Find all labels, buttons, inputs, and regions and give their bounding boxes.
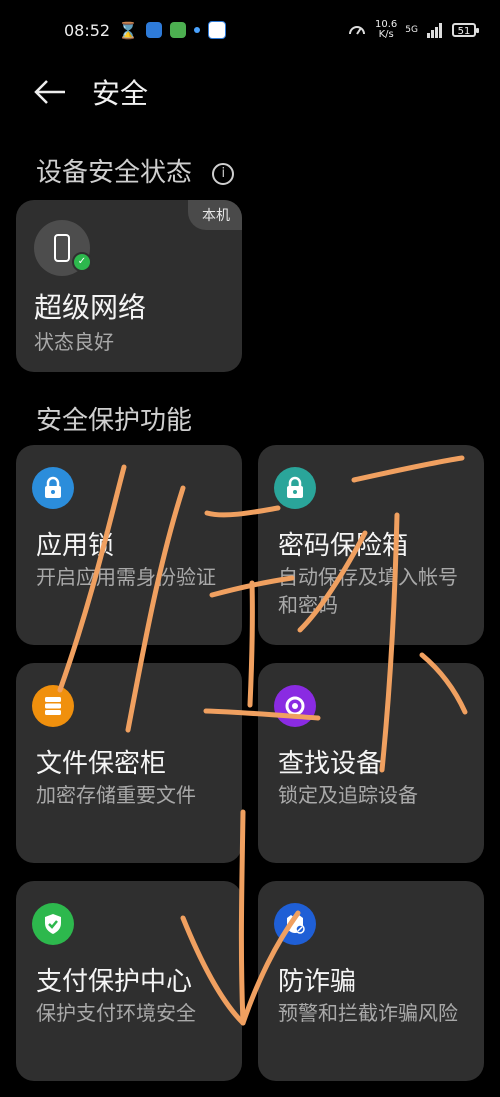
feature-card-file-safe[interactable]: 文件保密柜 加密存储重要文件 — [16, 663, 242, 863]
card-title: 超级网络 — [34, 291, 147, 324]
shield-check-icon — [32, 903, 74, 945]
feature-title: 应用锁 — [36, 531, 115, 561]
feature-description: 开启应用需身份验证 — [36, 565, 216, 589]
battery-level: 51 — [457, 26, 471, 37]
feature-description: 预警和拦截诈骗风险 — [278, 1001, 458, 1025]
status-left: 08:52 ⌛ — [64, 20, 227, 40]
signal-icon — [427, 23, 442, 38]
section-title-text: 设备安全状态 — [36, 158, 193, 188]
notification-dot-icon — [194, 27, 201, 33]
back-arrow-icon — [34, 80, 65, 104]
feature-card-anti-fraud[interactable]: 防诈骗 预警和拦截诈骗风险 — [258, 881, 484, 1081]
battery-icon: 51 — [452, 23, 479, 37]
hourglass-icon: ⌛ — [118, 20, 139, 40]
feature-card-find-device[interactable]: 查找设备 锁定及追踪设备 — [258, 663, 484, 863]
network-speed: 10.6 K/s — [375, 20, 397, 40]
check-icon: ✓ — [72, 252, 92, 272]
network-speed-unit: K/s — [378, 29, 394, 40]
status-right: 10.6 K/s 5G 51 — [347, 20, 479, 40]
app-notification-icon — [170, 22, 187, 38]
target-icon — [274, 685, 316, 727]
device-security-section-title: 设备安全状态 i — [36, 152, 235, 189]
feature-title: 文件保密柜 — [36, 749, 167, 779]
back-button[interactable] — [32, 74, 68, 110]
feature-description: 锁定及追踪设备 — [278, 783, 418, 807]
feature-description: 自动保存及填入帐号和密码 — [278, 565, 458, 617]
feature-title: 密码保险箱 — [278, 531, 409, 561]
device-status-card[interactable]: 本机 ✓ 超级网络 状态良好 — [16, 200, 242, 372]
feature-title: 防诈骗 — [278, 967, 357, 997]
status-bar: 08:52 ⌛ 10.6 K/s 5G 51 — [0, 0, 500, 60]
lock-icon — [274, 467, 316, 509]
card-status: 状态良好 — [34, 330, 114, 354]
feature-card-payment-protection[interactable]: 支付保护中心 保护支付环境安全 — [16, 881, 242, 1081]
feature-title: 查找设备 — [278, 749, 383, 779]
security-features-section-title: 安全保护功能 — [36, 406, 193, 436]
speedometer-icon — [349, 26, 366, 35]
cabinet-icon — [32, 685, 74, 727]
feature-card-password-vault[interactable]: 密码保险箱 自动保存及填入帐号和密码 — [258, 445, 484, 645]
lock-icon — [32, 467, 74, 509]
feature-description: 保护支付环境安全 — [36, 1001, 196, 1025]
device-badge: 本机 — [188, 200, 242, 230]
phone-icon: ✓ — [34, 220, 92, 276]
app-notification-icon — [146, 22, 163, 38]
feature-card-app-lock[interactable]: 应用锁 开启应用需身份验证 — [16, 445, 242, 645]
feature-title: 支付保护中心 — [36, 967, 193, 997]
status-time: 08:52 — [64, 20, 111, 40]
signal-type: 5G — [405, 25, 418, 35]
page-title: 安全 — [92, 77, 149, 110]
app-notification-icon — [208, 21, 227, 39]
feature-description: 加密存储重要文件 — [36, 783, 196, 807]
top-app-bar: 安全 — [0, 62, 500, 118]
fraud-icon — [274, 903, 316, 945]
info-icon[interactable]: i — [212, 162, 235, 185]
